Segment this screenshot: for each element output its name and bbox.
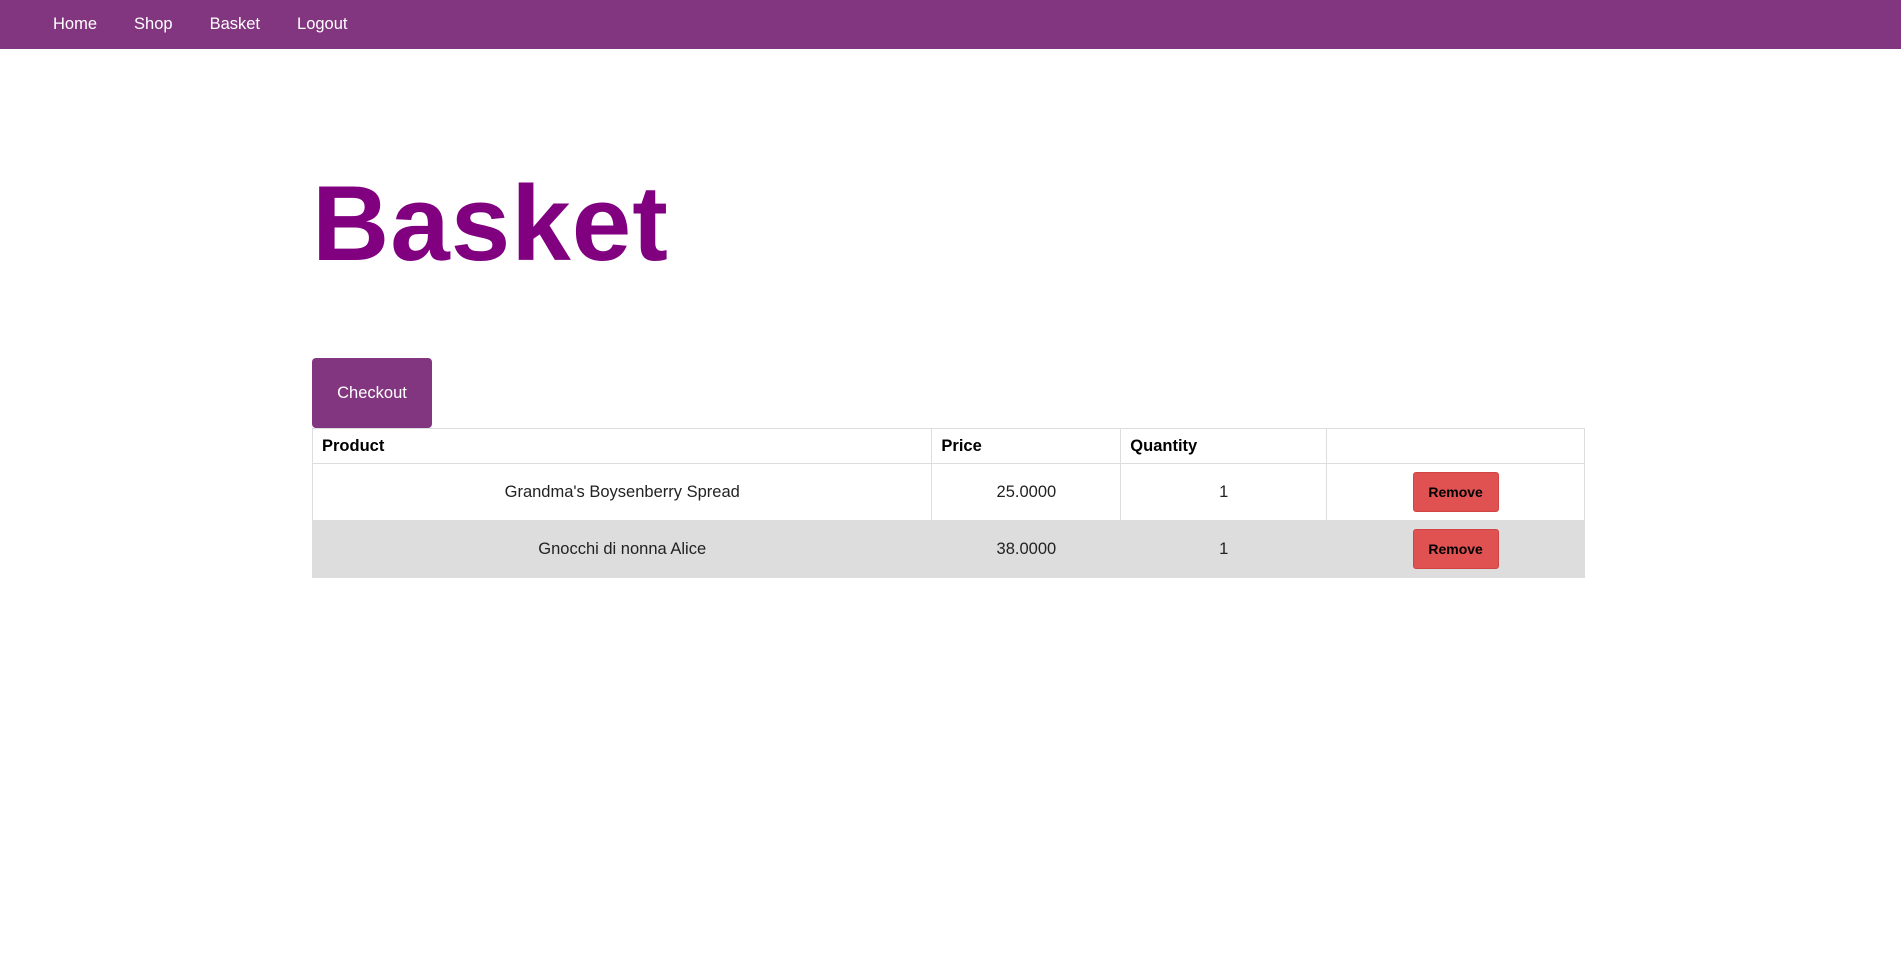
table-header-row: Product Price Quantity — [311, 428, 1585, 464]
page-title: Basket — [312, 163, 669, 283]
header-action — [1326, 428, 1585, 464]
product-quantity: 1 — [1120, 520, 1328, 578]
product-name: Gnocchi di nonna Alice — [311, 520, 933, 578]
top-navbar: Home Shop Basket Logout — [0, 0, 1901, 49]
table-row: Gnocchi di nonna Alice 38.0000 1 Remove — [311, 520, 1585, 578]
nav-link-logout[interactable]: Logout — [297, 15, 347, 34]
table-row: Grandma's Boysenberry Spread 25.0000 1 R… — [311, 463, 1585, 521]
action-cell: Remove — [1326, 463, 1585, 521]
basket-table: Product Price Quantity Grandma's Boysenb… — [311, 428, 1585, 578]
header-price: Price — [931, 428, 1122, 464]
nav-link-basket[interactable]: Basket — [210, 15, 260, 34]
nav-link-home[interactable]: Home — [53, 15, 97, 34]
nav-link-shop[interactable]: Shop — [134, 15, 173, 34]
header-product: Product — [311, 428, 933, 464]
checkout-button[interactable]: Checkout — [312, 358, 432, 428]
product-price: 38.0000 — [931, 520, 1122, 578]
product-name: Grandma's Boysenberry Spread — [311, 463, 933, 521]
product-price: 25.0000 — [931, 463, 1122, 521]
product-quantity: 1 — [1120, 463, 1328, 521]
header-quantity: Quantity — [1120, 428, 1328, 464]
remove-button[interactable]: Remove — [1412, 472, 1499, 512]
remove-button[interactable]: Remove — [1412, 529, 1499, 569]
action-cell: Remove — [1326, 520, 1585, 578]
